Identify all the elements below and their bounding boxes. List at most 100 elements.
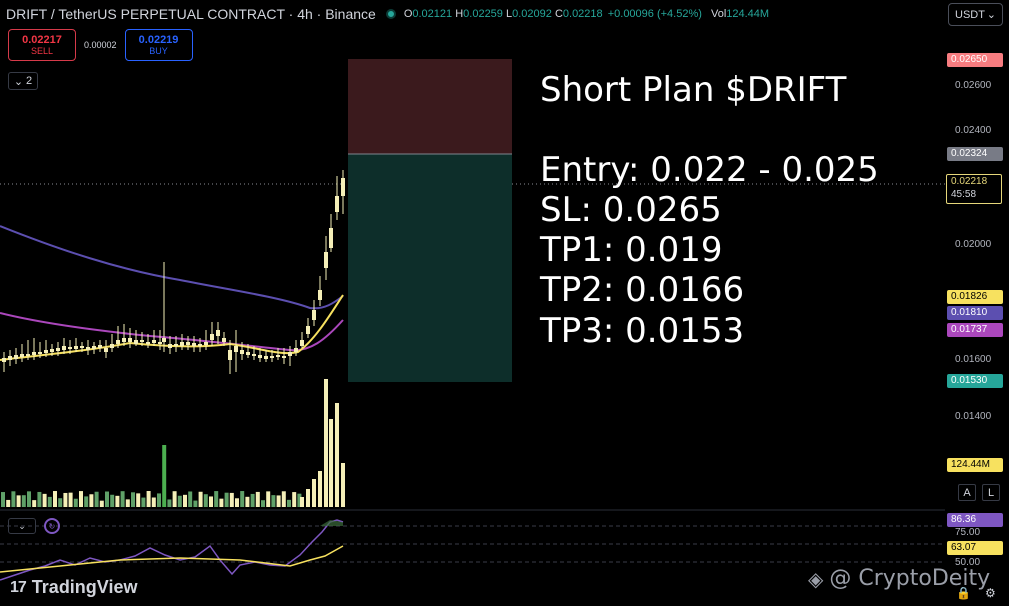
candle-body (44, 350, 48, 353)
volume-tag: 124.44M (947, 458, 1003, 472)
volume-bar (27, 491, 31, 507)
rsi-ma-line (0, 545, 344, 573)
volume-bar (120, 491, 125, 507)
lock-icon[interactable]: 🔒 (956, 586, 971, 600)
candle-body (180, 342, 184, 346)
volume-bar (42, 493, 47, 507)
stop-loss-price-tag: 0.02650 (947, 53, 1003, 67)
rsi-indicator-icon[interactable]: ↻ (44, 518, 60, 534)
stop-loss-zone[interactable] (348, 59, 512, 154)
take-profit-zone[interactable] (348, 154, 512, 382)
ma-indigo-line (0, 225, 344, 310)
market-status-icon (385, 9, 396, 19)
candle-body (228, 350, 232, 360)
candle-body (8, 356, 12, 360)
candle-body (80, 346, 84, 348)
volume-bar (32, 500, 37, 507)
candle-body (264, 356, 268, 359)
symbol-title[interactable]: DRIFT / TetherUS PERPETUAL CONTRACT · 4h… (6, 6, 376, 22)
volume-bar (287, 499, 291, 507)
candle-body (318, 290, 322, 300)
volume-bar (89, 494, 94, 507)
candle-body (146, 342, 150, 344)
rsi-collapse-button[interactable]: ⌄ (8, 518, 36, 534)
volume-bar (240, 491, 245, 507)
candle-body (122, 338, 126, 342)
volume-bar (306, 489, 310, 507)
candle-body (116, 340, 120, 344)
volume-bar (115, 495, 120, 507)
close-value: 0.02218 (562, 8, 603, 20)
tradingview-mark-icon: 17 (10, 578, 27, 596)
volume-bar (110, 494, 115, 507)
low-value: 0.02092 (512, 8, 552, 20)
settings-icon[interactable]: ⚙ (985, 586, 996, 600)
volume-bar (198, 491, 203, 507)
volume-bar (167, 499, 172, 507)
volume-bar (335, 403, 339, 507)
volume-bar (21, 495, 26, 507)
volume-bar (250, 493, 255, 507)
candle-body (312, 310, 316, 320)
volume-bar (53, 491, 57, 507)
candle-body (140, 340, 144, 342)
chevron-down-icon: ⌄ (986, 9, 996, 21)
candle-body (234, 346, 238, 352)
candle-body (186, 342, 190, 345)
volume-bar (312, 479, 316, 507)
tradingview-logo[interactable]: 17 TradingView (10, 577, 138, 598)
candle-body (14, 355, 18, 359)
candle-body (204, 342, 208, 345)
candle-body (246, 352, 250, 355)
candle-body (38, 352, 42, 354)
rsi-level-high: 75.00 (955, 527, 981, 538)
candle-body (62, 346, 66, 350)
volume-bar (300, 497, 304, 507)
candle-body (56, 348, 60, 351)
volume-bar (203, 494, 208, 507)
candle-body (341, 178, 345, 196)
price-tick: 0.02000 (955, 239, 992, 250)
candle-body (110, 344, 114, 348)
volume-bar (79, 491, 83, 507)
log-scale-button[interactable]: L (982, 484, 1000, 501)
candle-body (134, 340, 138, 344)
volume-bar (131, 492, 135, 507)
high-value: 0.02259 (463, 8, 503, 20)
volume-bar (136, 493, 141, 507)
volume-bar (73, 498, 78, 507)
ma-yellow-price-tag: 0.01826 (947, 290, 1003, 304)
volume-bar (141, 497, 146, 507)
volume-bar (183, 494, 187, 507)
spread-value: 0.00002 (84, 40, 117, 50)
plan-entry: Entry: 0.022 - 0.025 (540, 150, 879, 191)
chevron-down-icon: ⌄ (13, 75, 24, 88)
candle-body (198, 344, 202, 346)
volume-bar (37, 491, 42, 507)
sell-button[interactable]: 0.02217 SELL (8, 29, 76, 61)
volume-bar (146, 491, 151, 507)
trade-plan-annotation[interactable]: Short Plan $DRIFT Entry: 0.022 - 0.025 S… (540, 70, 879, 351)
candle-body (210, 334, 214, 340)
candle-body (68, 347, 72, 349)
corner-controls: 🔒 ⚙ (956, 586, 996, 600)
volume-bar (172, 491, 177, 507)
plan-title: Short Plan $DRIFT (540, 70, 847, 110)
candle-body (276, 355, 280, 357)
volume-series (1, 379, 345, 507)
volume-bar (229, 492, 234, 507)
indicators-toggle-button[interactable]: ⌄ 2 (8, 72, 38, 90)
volume-bar (1, 492, 5, 507)
volume-bar (99, 500, 104, 507)
volume-bar (58, 498, 63, 507)
candle-body (168, 344, 172, 348)
volume-bar (329, 419, 333, 507)
volume-bar (214, 491, 219, 507)
volume-bar (6, 499, 11, 507)
buy-button[interactable]: 0.02219 BUY (124, 29, 193, 61)
chevron-down-icon: ⌄ (18, 520, 26, 531)
rsi-value-tag: 86.36 (947, 513, 1003, 527)
auto-scale-button[interactable]: A (958, 484, 976, 501)
candle-body (300, 340, 304, 346)
currency-selector[interactable]: USDT ⌄ (948, 3, 1003, 26)
